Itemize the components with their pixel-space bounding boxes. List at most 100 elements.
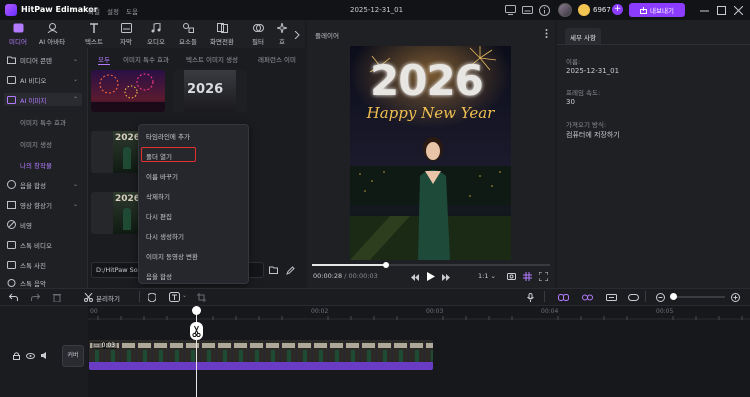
menu-item-re-edit[interactable]: 다시 편집 [146, 211, 172, 221]
media-thumbnail[interactable]: 2026 [91, 192, 141, 234]
edit-path-icon[interactable] [285, 265, 295, 275]
tool-effect[interactable]: 효 [274, 22, 290, 46]
add-credits-button[interactable]: + [612, 4, 623, 15]
tab-image-effects[interactable]: 이미지 특수 효과 [123, 54, 169, 64]
microphone-icon[interactable] [525, 292, 535, 302]
folder-open-icon[interactable] [268, 265, 278, 275]
minimize-icon[interactable] [698, 4, 710, 16]
scissors-icon[interactable] [83, 292, 93, 302]
clip-frame [185, 340, 200, 362]
track-visibility-icon[interactable] [26, 351, 35, 360]
avatar-icon [38, 22, 66, 34]
menu-item-rename[interactable]: 이름 바꾸기 [146, 171, 178, 181]
export-button[interactable]: 내보내기 [629, 3, 685, 17]
menu-item-delete[interactable]: 삭제하기 [146, 191, 170, 201]
sidebar-item-empty[interactable]: 비영 [4, 218, 82, 231]
sidebar-item-audio-synth[interactable]: 음을 합성 ⌄ [4, 178, 82, 191]
tool-scroll-right-icon[interactable] [292, 30, 302, 40]
sidebar-sub-image-generate[interactable]: 이미지 생성 [20, 139, 52, 149]
tool-ai-avatar[interactable]: AI 아바타 [38, 22, 66, 46]
playhead-handle[interactable] [192, 306, 201, 315]
transition-icon [208, 22, 236, 34]
tab-all[interactable]: 모두 [98, 54, 110, 64]
keyboard-icon[interactable] [521, 4, 533, 16]
zoom-slider-handle[interactable] [670, 293, 677, 300]
shield-icon[interactable] [147, 292, 157, 302]
screen-record-icon[interactable] [504, 4, 516, 16]
sidebar-item-enhancer[interactable]: 영상 향상기 ⌄ [4, 198, 82, 211]
sidebar-item-stock-video[interactable]: 스톡 비디오 [4, 238, 82, 251]
zoom-in-icon[interactable] [730, 292, 740, 302]
menu-item-regenerate[interactable]: 다시 생성하기 [146, 231, 184, 241]
snapshot-icon[interactable] [506, 271, 516, 281]
zoom-out-icon[interactable] [655, 292, 665, 302]
menu-item-audio-synth[interactable]: 음을 합성 [146, 271, 172, 281]
track-fit-icon[interactable] [605, 292, 617, 302]
magnet-snap-icon[interactable] [581, 292, 593, 302]
chevron-down-icon[interactable]: ⌄ [182, 292, 187, 299]
info-icon[interactable] [538, 4, 550, 16]
delete-icon[interactable] [52, 292, 62, 302]
media-thumbnail[interactable]: 2026 [91, 131, 141, 173]
tool-media[interactable]: 미디어 [4, 22, 32, 46]
video-canvas[interactable]: 2026 Happy New Year [350, 46, 511, 260]
media-thumbnail[interactable] [91, 70, 165, 112]
sidebar-item-ai-video[interactable]: AI 비디오 ⌄ [4, 73, 82, 86]
audio-icon [142, 22, 170, 34]
ai-image-icon [7, 95, 16, 104]
user-avatar[interactable] [558, 3, 572, 17]
clip-frame [153, 340, 168, 362]
sidebar-sub-my-creations[interactable]: 나의 창작물 [20, 160, 52, 170]
loop-icon[interactable] [627, 292, 639, 302]
track-mute-icon[interactable] [40, 351, 49, 360]
cover-button[interactable]: 커버 [62, 345, 84, 367]
link-clips-icon[interactable] [557, 292, 569, 302]
redo-icon[interactable] [30, 292, 40, 302]
tool-subtitle[interactable]: 자막 [112, 22, 140, 46]
sidebar-item-media-content[interactable]: 미디어 콘텐 ⌄ [4, 53, 82, 66]
tool-transition[interactable]: 화면전환 [208, 22, 236, 46]
stock-music-icon [7, 278, 16, 287]
menu-item-open-folder[interactable]: 폴더 열기 [146, 151, 172, 161]
sidebar-item-ai-image[interactable]: AI 이미지 ⌃ [4, 93, 82, 106]
tool-filter[interactable]: 필터 [244, 22, 272, 46]
playhead[interactable] [196, 306, 197, 397]
menu-file[interactable]: 파일 [88, 6, 100, 16]
sidebar-item-stock-photo[interactable]: 스톡 사진 [4, 258, 82, 271]
play-icon[interactable] [425, 271, 436, 282]
media-thumbnail[interactable]: 2026 [173, 70, 247, 112]
grid-icon[interactable] [522, 271, 532, 281]
timecode: 00:00:28 / 00:00:03 [313, 272, 378, 280]
previous-frame-icon[interactable] [410, 272, 420, 282]
tab-text-to-image[interactable]: 텍스트 이미지 생성 [186, 54, 238, 64]
next-frame-icon[interactable] [441, 272, 451, 282]
chevron-down-icon: ⌄ [490, 272, 496, 280]
undo-icon[interactable] [8, 292, 18, 302]
crop-icon[interactable] [196, 292, 206, 302]
more-options-icon[interactable] [541, 28, 551, 38]
track-lock-icon[interactable] [12, 351, 21, 360]
tab-underline [98, 64, 110, 65]
menu-settings[interactable]: 설정 [107, 6, 119, 16]
field-import-label: 가져오기 방식: [566, 121, 607, 129]
close-icon[interactable] [732, 4, 744, 16]
tab-reference-image[interactable]: 레퍼런스 이미 [258, 54, 296, 64]
tool-elements[interactable]: 요소들 [174, 22, 202, 46]
split-cursor-icon[interactable] [190, 322, 203, 340]
maximize-icon[interactable] [715, 4, 727, 16]
menu-item-add-to-timeline[interactable]: 타임라인에 추가 [146, 131, 190, 141]
sidebar-sub-image-effects[interactable]: 이미지 특수 효과 [20, 117, 66, 127]
tool-text[interactable]: 텍스트 [80, 22, 108, 46]
video-clip[interactable] [89, 340, 433, 362]
split-button[interactable]: 분리하기 [96, 293, 120, 303]
aspect-ratio-select[interactable]: 1:1 ⌄ [478, 272, 496, 280]
menu-help[interactable]: 도움 [126, 6, 138, 16]
tool-audio[interactable]: 오디오 [142, 22, 170, 46]
scrubber-handle[interactable] [382, 262, 389, 268]
text-tool-icon[interactable] [168, 291, 180, 302]
menu-item-image-to-video[interactable]: 이미지 동영상 변환 [146, 251, 198, 261]
field-name-value: 2025-12-31_01 [566, 67, 620, 75]
clip-frame [281, 340, 296, 362]
fullscreen-icon[interactable] [538, 271, 548, 281]
zoom-slider[interactable] [670, 296, 725, 298]
